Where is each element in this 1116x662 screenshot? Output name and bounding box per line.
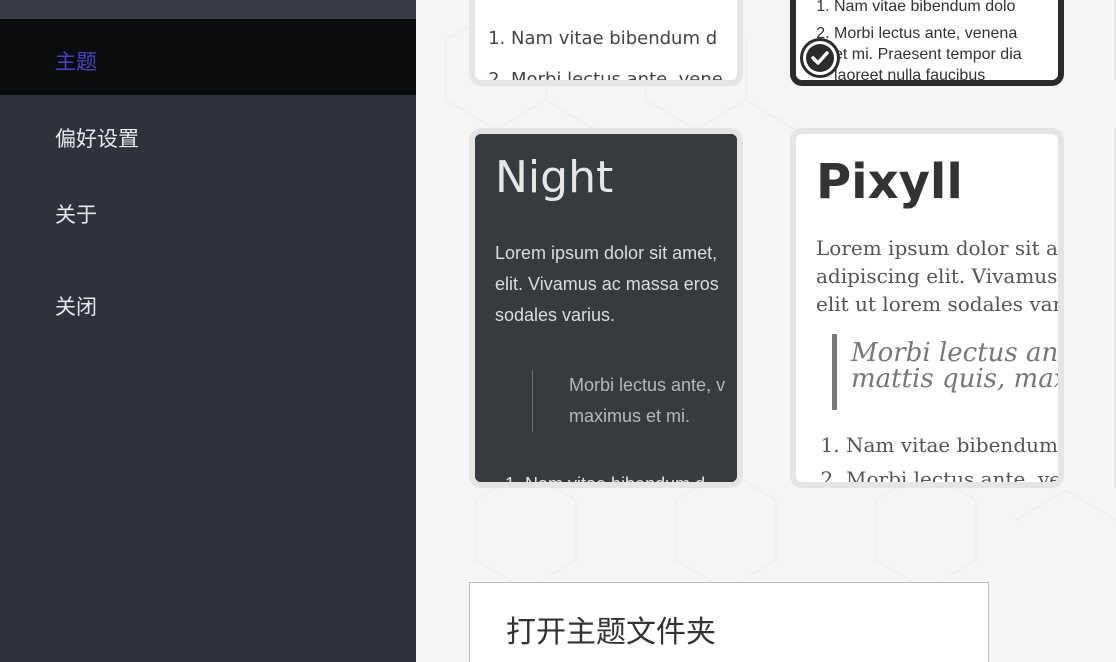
open-theme-folder-label: 打开主题文件夹: [506, 615, 716, 650]
sidebar-item-label: 偏好设置: [55, 127, 139, 151]
paragraph-line: elit. Vivamus ac massa eros: [495, 274, 719, 294]
list-item-line: laoreet nulla faucibus: [834, 67, 986, 80]
sample-paragraph: Lorem ipsum dolor sit am adipiscing elit…: [816, 234, 1058, 318]
quote-line: mattis quis, maxi: [851, 364, 1058, 394]
theme-card-top-left[interactable]: Nam vitae bibendum d Morbi lectus ante, …: [469, 0, 743, 86]
sidebar: 主题 偏好设置 关于 关闭: [0, 0, 416, 662]
list-item: Nam vitae bibendum: [846, 428, 1058, 462]
theme-card-top-right-selected[interactable]: Nam vitae bibendum dolo Morbi lectus ant…: [790, 0, 1064, 86]
blockquote-bar: [532, 370, 533, 432]
paragraph-line: Lorem ipsum dolor sit amet,: [495, 243, 718, 263]
paragraph-line: sodales varius.: [495, 305, 616, 325]
sidebar-item-themes[interactable]: 主题: [0, 19, 416, 95]
quote-line: maximus et mi.: [569, 406, 691, 426]
theme-title: Night: [495, 152, 614, 203]
sample-blockquote: Morbi lectus ante, mattis quis, maxi: [851, 340, 1058, 392]
sidebar-item-label: 关于: [55, 203, 97, 227]
paragraph-line: adipiscing elit. Vivamus ac: [816, 264, 1058, 288]
theme-card-pixyll[interactable]: Pixyll Lorem ipsum dolor sit am adipisci…: [790, 128, 1064, 488]
sidebar-item-preferences[interactable]: 偏好设置: [0, 105, 416, 169]
sample-list: Nam vitae bibendum Morbi lectus ante, ve: [816, 428, 1058, 482]
list-item-line: Morbi lectus ante, venena: [834, 25, 1018, 42]
quote-line: Morbi lectus ante, v: [569, 375, 726, 395]
selected-check-icon: [800, 38, 840, 78]
list-item: Morbi lectus ante, venena et mi. Praesen…: [834, 23, 1022, 80]
list-item: Nam vitae bibendum dolo: [834, 0, 1022, 17]
blockquote-bar: [832, 334, 837, 410]
paragraph-line: elit ut lorem sodales variu: [816, 292, 1058, 316]
sidebar-top-strip: [0, 0, 416, 19]
sidebar-item-about[interactable]: 关于: [0, 180, 416, 244]
list-peek: 1. Nam vitae bibendum d: [505, 474, 705, 482]
sample-list: Nam vitae bibendum d Morbi lectus ante, …: [481, 18, 723, 80]
list-item-line: et mi. Praesent tempor dia: [834, 46, 1022, 63]
theme-title: Pixyll: [816, 154, 963, 210]
list-item: Morbi lectus ante, vene: [511, 59, 723, 80]
sample-blockquote: Morbi lectus ante, v maximus et mi.: [569, 370, 737, 432]
themes-panel: Nam vitae bibendum d Morbi lectus ante, …: [416, 0, 1116, 662]
open-theme-folder-button[interactable]: 打开主题文件夹: [469, 582, 989, 662]
list-item: Morbi lectus ante, ve: [846, 462, 1058, 482]
sidebar-item-close[interactable]: 关闭: [0, 272, 416, 336]
list-item: Nam vitae bibendum d: [511, 18, 723, 59]
sidebar-item-label: 主题: [55, 50, 97, 74]
sidebar-item-label: 关闭: [55, 295, 97, 319]
theme-card-night[interactable]: Night Lorem ipsum dolor sit amet, elit. …: [469, 128, 743, 488]
paragraph-line: Lorem ipsum dolor sit am: [816, 236, 1058, 260]
sample-paragraph: Lorem ipsum dolor sit amet, elit. Vivamu…: [495, 238, 737, 331]
